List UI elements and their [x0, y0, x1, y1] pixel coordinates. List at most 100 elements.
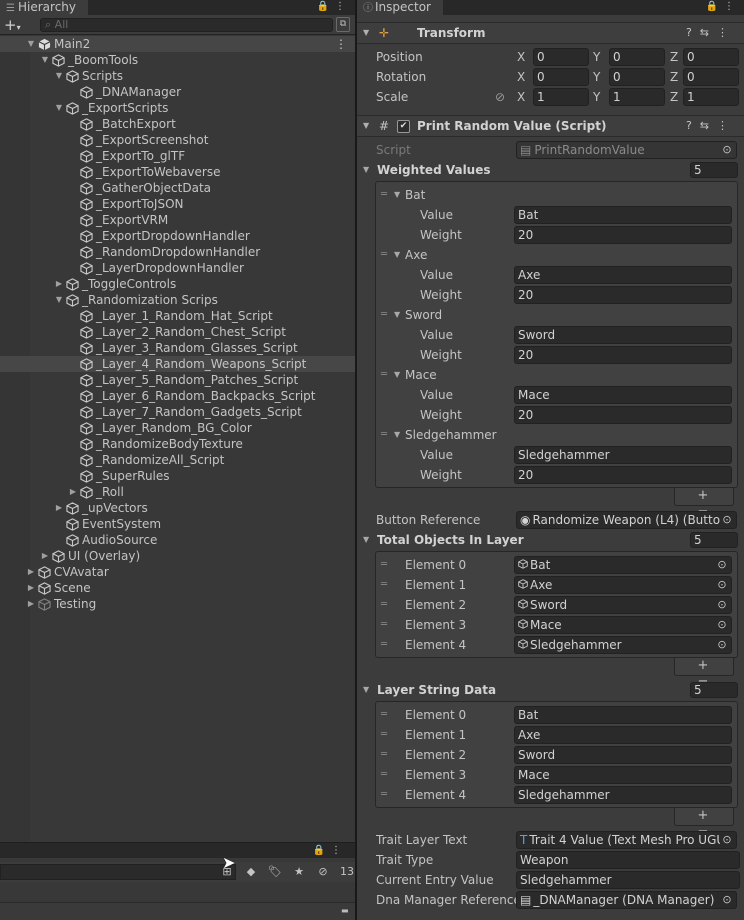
trait-type-field[interactable]: Weapon: [516, 851, 740, 869]
object-picker-icon[interactable]: ⊙: [715, 597, 729, 613]
foldout-down-icon[interactable]: ▼: [394, 187, 400, 203]
hierarchy-row[interactable]: ▶ Testing: [0, 596, 355, 612]
component-enabled-checkbox[interactable]: ✔: [397, 120, 410, 133]
collapsed-arrow-icon[interactable]: ▶: [26, 580, 36, 596]
button-reference-field[interactable]: ◉ Randomize Weapon (L4) (Button) ⊙: [516, 511, 737, 529]
bottom-panel-search-input[interactable]: [0, 864, 236, 880]
hierarchy-row[interactable]: _GatherObjectData: [0, 180, 355, 196]
hierarchy-row[interactable]: _ExportToWebaverse: [0, 164, 355, 180]
transform-scale-z-field[interactable]: 1: [683, 88, 739, 106]
collapsed-arrow-icon[interactable]: ▶: [26, 596, 36, 612]
foldout-down-icon[interactable]: ▼: [394, 247, 400, 263]
kebab-menu-icon[interactable]: ⋮: [717, 119, 736, 132]
weighted-item-value-field[interactable]: Mace: [514, 386, 732, 404]
transform-scale-y-field[interactable]: 1: [609, 88, 665, 106]
dna-manager-reference-field[interactable]: ▤ _DNAManager (DNA Manager) ⊙: [516, 891, 737, 909]
layer-string-element-field[interactable]: Mace: [514, 766, 732, 784]
hierarchy-row[interactable]: ▶ UI (Overlay): [0, 548, 355, 564]
weighted-item-weight-field[interactable]: 20: [514, 226, 732, 244]
foldout-down-icon[interactable]: ▼: [363, 162, 369, 178]
foldout-down-icon[interactable]: ▼: [363, 532, 369, 548]
hierarchy-row[interactable]: _Layer_2_Random_Chest_Script: [0, 324, 355, 340]
total-objects-element-field[interactable]: Mace ⊙: [514, 616, 732, 634]
transform-rotation-y-field[interactable]: 0: [609, 68, 665, 86]
total-objects-element-field[interactable]: Axe ⊙: [514, 576, 732, 594]
star-icon[interactable]: ★: [287, 864, 311, 880]
hierarchy-row[interactable]: _RandomizeBodyTexture: [0, 436, 355, 452]
total-objects-count-field[interactable]: 5: [690, 532, 738, 548]
hierarchy-row[interactable]: ▼ _ExportScripts: [0, 100, 355, 116]
weighted-item-weight-field[interactable]: 20: [514, 406, 732, 424]
kebab-menu-icon[interactable]: ⋮: [724, 1, 740, 12]
hierarchy-row[interactable]: _ExportDropdownHandler: [0, 228, 355, 244]
expanded-arrow-icon[interactable]: ▼: [40, 52, 50, 68]
kebab-menu-icon[interactable]: ⋮: [335, 1, 351, 12]
hierarchy-row[interactable]: _Layer_4_Random_Weapons_Script: [0, 356, 355, 372]
object-picker-icon[interactable]: ⊙: [720, 892, 734, 908]
expanded-arrow-icon[interactable]: ▼: [26, 36, 36, 52]
transform-position-y-field[interactable]: 0: [609, 48, 665, 66]
expanded-arrow-icon[interactable]: ▼: [54, 68, 64, 84]
add-element-button[interactable]: +: [698, 658, 723, 673]
foldout-down-icon[interactable]: ▼: [363, 682, 369, 698]
hierarchy-row[interactable]: _SuperRules: [0, 468, 355, 484]
object-picker-icon[interactable]: ⊙: [715, 577, 729, 593]
drag-handle-icon[interactable]: ═: [381, 367, 387, 383]
current-entry-value-field[interactable]: Sledgehammer: [516, 871, 740, 889]
hierarchy-row[interactable]: _ExportVRM: [0, 212, 355, 228]
hierarchy-row[interactable]: _ExportToJSON: [0, 196, 355, 212]
drag-handle-icon[interactable]: ═: [381, 247, 387, 263]
weighted-item-weight-field[interactable]: 20: [514, 346, 732, 364]
hierarchy-row[interactable]: _RandomDropdownHandler: [0, 244, 355, 260]
object-picker-icon[interactable]: ⊙: [720, 142, 734, 158]
transform-rotation-z-field[interactable]: 0: [683, 68, 739, 86]
hierarchy-row[interactable]: _RandomizeAll_Script: [0, 452, 355, 468]
preset-icon[interactable]: ⇆: [700, 26, 717, 39]
script-component-header[interactable]: ▼ # ✔ Print Random Value (Script) ?⇆⋮: [357, 115, 744, 137]
weighted-item-value-field[interactable]: Sledgehammer: [514, 446, 732, 464]
hierarchy-row[interactable]: EventSystem: [0, 516, 355, 532]
add-element-button[interactable]: +: [698, 488, 723, 503]
total-objects-element-field[interactable]: Sledgehammer ⊙: [514, 636, 732, 654]
hierarchy-row[interactable]: _LayerDropdownHandler: [0, 260, 355, 276]
hierarchy-row[interactable]: _Layer_3_Random_Glasses_Script: [0, 340, 355, 356]
hierarchy-search-input[interactable]: ⌕ All: [40, 18, 333, 32]
hierarchy-row[interactable]: ▼ _Randomization Scrips: [0, 292, 355, 308]
tab-hierarchy[interactable]: ☰ Hierarchy: [0, 0, 88, 15]
drag-handle-icon[interactable]: ═: [381, 767, 387, 783]
transform-position-x-field[interactable]: 0: [533, 48, 589, 66]
help-icon[interactable]: ?: [686, 26, 700, 39]
foldout-down-icon[interactable]: ▼: [363, 116, 369, 136]
drag-handle-icon[interactable]: ═: [381, 617, 387, 633]
layer-string-element-field[interactable]: Axe: [514, 726, 732, 744]
weighted-item-weight-field[interactable]: 20: [514, 466, 732, 484]
filter-by-label-icon[interactable]: ◆: [239, 864, 263, 880]
hierarchy-row[interactable]: ▶ Scene: [0, 580, 355, 596]
drag-handle-icon[interactable]: ═: [381, 557, 387, 573]
expanded-arrow-icon[interactable]: ▼: [54, 292, 64, 308]
hierarchy-row[interactable]: AudioSource: [0, 532, 355, 548]
slider-icon[interactable]: ▬: [341, 907, 351, 915]
hierarchy-row[interactable]: ▼ Main2 ⋮: [0, 36, 355, 52]
kebab-menu-icon[interactable]: ⋮: [717, 26, 736, 39]
foldout-down-icon[interactable]: ▼: [394, 307, 400, 323]
hierarchy-row[interactable]: ▼ Scripts: [0, 68, 355, 84]
transform-header[interactable]: ▼ ✛ Transform ?⇆⋮: [357, 22, 744, 44]
hierarchy-row[interactable]: _Layer_7_Random_Gadgets_Script: [0, 404, 355, 420]
collapsed-arrow-icon[interactable]: ▶: [40, 548, 50, 564]
hierarchy-row[interactable]: _Layer_5_Random_Patches_Script: [0, 372, 355, 388]
hierarchy-row[interactable]: _ExportScreenshot: [0, 132, 355, 148]
hierarchy-row[interactable]: _Layer_Random_BG_Color: [0, 420, 355, 436]
foldout-down-icon[interactable]: ▼: [394, 427, 400, 443]
collapsed-arrow-icon[interactable]: ▶: [68, 484, 78, 500]
search-scene-button[interactable]: ⧉: [336, 17, 350, 32]
expanded-arrow-icon[interactable]: ▼: [54, 100, 64, 116]
add-element-button[interactable]: +: [698, 808, 723, 823]
hierarchy-row[interactable]: _ExportTo_glTF: [0, 148, 355, 164]
drag-handle-icon[interactable]: ═: [381, 727, 387, 743]
object-picker-icon[interactable]: ⊙: [720, 512, 734, 528]
drag-handle-icon[interactable]: ═: [381, 427, 387, 443]
hierarchy-row[interactable]: ▶ _ToggleControls: [0, 276, 355, 292]
object-picker-icon[interactable]: ⊙: [720, 832, 734, 848]
drag-handle-icon[interactable]: ═: [381, 307, 387, 323]
